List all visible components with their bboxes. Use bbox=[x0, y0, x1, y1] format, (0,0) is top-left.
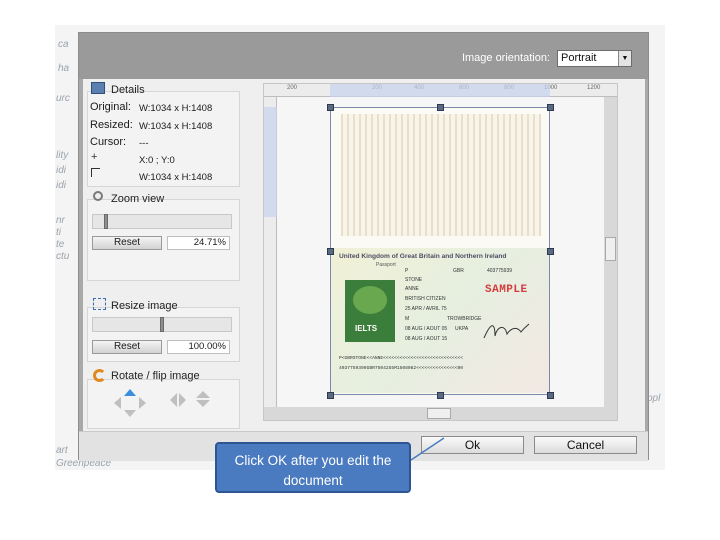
signature bbox=[483, 323, 530, 339]
rotate-icon bbox=[93, 369, 106, 382]
ruler-selection bbox=[264, 107, 277, 217]
orientation-value: Portrait bbox=[561, 52, 597, 64]
bg-fragment: idi bbox=[56, 165, 67, 176]
ruler-tick: 200 bbox=[287, 85, 298, 91]
details-icon bbox=[91, 82, 105, 94]
passport-expiry: 08 AUG / AOUT 15 bbox=[405, 336, 448, 342]
size-icon bbox=[91, 168, 100, 177]
vertical-scrollbar[interactable] bbox=[604, 97, 617, 409]
zoom-reset-button[interactable]: Reset bbox=[92, 236, 162, 250]
dialog-body: Details Original: W:1034 x H:1408 Resize… bbox=[83, 79, 645, 431]
passport-sex: M bbox=[405, 316, 410, 322]
cancel-button[interactable]: Cancel bbox=[534, 436, 637, 454]
photo-face bbox=[353, 286, 387, 314]
sample-stamp: SAMPLE bbox=[485, 284, 528, 296]
passport-label: Passport bbox=[376, 262, 396, 268]
horizontal-scroll-thumb[interactable] bbox=[427, 408, 451, 419]
bg-fragment: ppl bbox=[647, 393, 661, 404]
crop-handle-right[interactable] bbox=[547, 248, 554, 255]
passport-heading: United Kingdom of Great Britain and Nort… bbox=[339, 253, 507, 260]
crop-handle-bottom-left[interactable] bbox=[327, 392, 334, 399]
rotate-section bbox=[87, 379, 240, 429]
passport-authority: UKPA bbox=[455, 326, 469, 332]
image-editor-dialog: Image orientation: Portrait ▼ Details Or… bbox=[78, 32, 649, 461]
size-value: W:1034 x H:1408 bbox=[139, 172, 213, 183]
passport-type: P bbox=[405, 268, 409, 274]
resize-slider[interactable] bbox=[92, 317, 232, 332]
bg-fragment: nr bbox=[56, 215, 65, 226]
bg-fragment: ti bbox=[56, 227, 61, 238]
bg-fragment: urc bbox=[56, 93, 70, 104]
bg-fragment: art bbox=[56, 445, 68, 456]
passport-image[interactable]: United Kingdom of Great Britain and Nort… bbox=[330, 107, 550, 395]
horizontal-ruler: 200 200 400 600 800 1000 1200 bbox=[264, 84, 617, 97]
bg-fragment: ca bbox=[58, 39, 69, 50]
crop-handle-left[interactable] bbox=[327, 248, 334, 255]
resized-value: W:1034 x H:1408 bbox=[139, 121, 213, 132]
zoom-percent-field[interactable]: 24.71% bbox=[167, 236, 230, 250]
crosshair-icon: + bbox=[91, 151, 98, 163]
callout-pointer bbox=[410, 437, 445, 461]
vertical-ruler bbox=[264, 97, 277, 409]
ielts-logo: IELTS bbox=[355, 324, 378, 333]
orientation-select[interactable]: Portrait ▼ bbox=[557, 50, 632, 67]
passport-code: GBR bbox=[453, 268, 464, 274]
bg-fragment: idi bbox=[56, 180, 67, 191]
resize-title: Resize image bbox=[111, 300, 178, 312]
bg-fragment: ha bbox=[58, 63, 70, 74]
passport-photo: IELTS bbox=[345, 280, 395, 342]
passport-surname: STONE bbox=[405, 277, 423, 283]
resize-reset-button[interactable]: Reset bbox=[92, 340, 162, 354]
passport-issue: 08 AUG / AOUT 05 bbox=[405, 326, 448, 332]
chevron-down-icon[interactable]: ▼ bbox=[618, 51, 631, 66]
resize-slider-knob[interactable] bbox=[160, 317, 164, 332]
dialog-header: Image orientation: Portrait ▼ bbox=[79, 33, 648, 79]
passport-dob: 25 APR / AVRIL 75 bbox=[405, 306, 447, 312]
passport-given-name: ANNE bbox=[405, 286, 419, 292]
cursor-value: --- bbox=[139, 138, 149, 149]
zoom-slider-knob[interactable] bbox=[104, 214, 108, 229]
instruction-callout: Click OK after you edit the document bbox=[215, 442, 411, 493]
screenshot-stage: ca ha urc lity idi idi nr ti te ctu ppl … bbox=[0, 0, 720, 540]
orientation-label: Image orientation: bbox=[461, 52, 550, 64]
crop-handle-top[interactable] bbox=[437, 104, 444, 111]
flip-horizontal-icon[interactable] bbox=[169, 392, 187, 408]
mrz-line-1: P<GBRSTONE<<ANNE<<<<<<<<<<<<<<<<<<<<<<<<… bbox=[339, 356, 464, 361]
passport-place: TROWBRIDGE bbox=[447, 316, 482, 322]
rotate-arrows-icon[interactable] bbox=[113, 388, 147, 418]
original-label: Original: bbox=[90, 101, 131, 113]
details-title: Details bbox=[111, 84, 145, 96]
ruler-tick: 1200 bbox=[587, 85, 601, 91]
bg-fragment: ctu bbox=[56, 251, 70, 262]
bg-fragment: lity bbox=[56, 150, 69, 161]
image-canvas[interactable]: 200 200 400 600 800 1000 1200 United Kin bbox=[263, 83, 618, 421]
mrz-line-2: 4037759390GBR7504255M1508082<<<<<<<<<<<<… bbox=[339, 366, 464, 371]
passport-number: 403775939 bbox=[487, 268, 513, 274]
passport-back-page bbox=[341, 114, 541, 236]
crop-handle-bottom-right[interactable] bbox=[547, 392, 554, 399]
zoom-title: Zoom view bbox=[111, 193, 165, 205]
passport-nationality: BRITISH CITIZEN bbox=[405, 296, 446, 302]
flip-vertical-icon[interactable] bbox=[195, 390, 211, 408]
cursor-label: Cursor: bbox=[90, 136, 127, 148]
crop-handle-bottom[interactable] bbox=[437, 392, 444, 399]
position-value: X:0 ; Y:0 bbox=[139, 155, 175, 166]
vertical-scroll-thumb[interactable] bbox=[605, 237, 616, 261]
crop-handle-top-left[interactable] bbox=[327, 104, 334, 111]
rotate-title: Rotate / flip image bbox=[111, 370, 200, 382]
magnifier-icon bbox=[93, 191, 103, 201]
crop-handle-top-right[interactable] bbox=[547, 104, 554, 111]
horizontal-scrollbar[interactable] bbox=[264, 407, 617, 420]
original-value: W:1034 x H:1408 bbox=[139, 103, 213, 114]
zoom-slider[interactable] bbox=[92, 214, 232, 229]
bg-fragment: te bbox=[56, 239, 65, 250]
resized-label: Resized: bbox=[90, 119, 133, 131]
resize-percent-field[interactable]: 100.00% bbox=[167, 340, 230, 354]
ruler-selection bbox=[330, 84, 550, 97]
resize-icon bbox=[93, 298, 106, 310]
